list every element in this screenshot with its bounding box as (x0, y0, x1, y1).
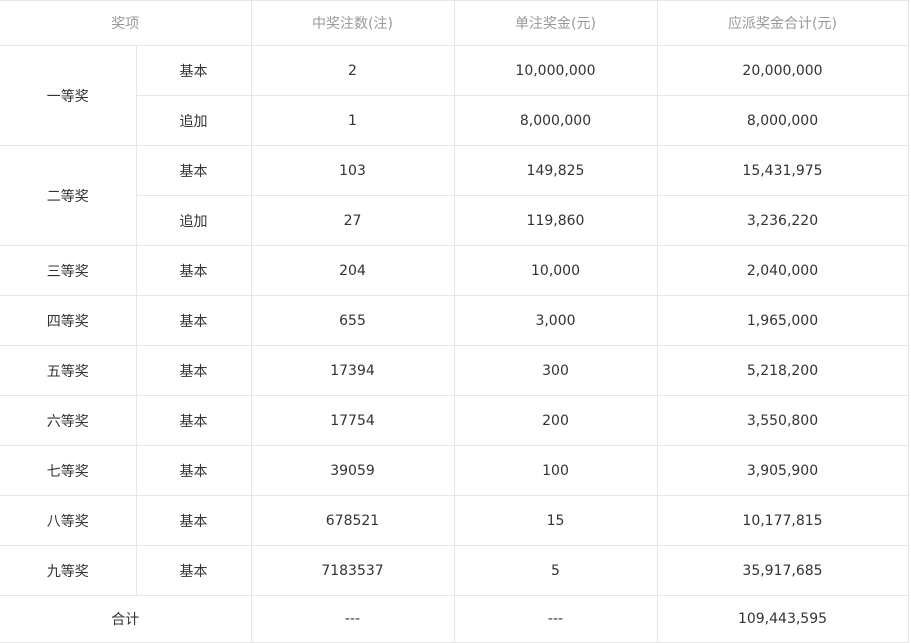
total-amount: 109,443,595 (656, 595, 909, 643)
per-prize-cell: 8,000,000 (453, 95, 658, 146)
winners-cell: 27 (250, 195, 455, 246)
table-body: 一等奖 基本 2 10,000,000 20,000,000 追加 1 8,00… (0, 45, 909, 643)
total-per-prize: --- (453, 595, 658, 643)
prize-level-cell: 八等奖 (0, 495, 137, 546)
table-row: 一等奖 基本 2 10,000,000 20,000,000 (0, 45, 909, 146)
prize-level-cell: 七等奖 (0, 445, 137, 496)
table-row: 二等奖 基本 103 149,825 15,431,975 (0, 145, 909, 246)
table-row: 八等奖 基本 678521 15 10,177,815 (0, 495, 909, 546)
total-row: 合计 --- --- 109,443,595 (0, 595, 909, 643)
table-row: 七等奖 基本 39059 100 3,905,900 (0, 445, 909, 496)
bet-type-cell: 基本 (135, 445, 252, 496)
prize-level-cell: 四等奖 (0, 295, 137, 346)
table-row: 九等奖 基本 7183537 5 35,917,685 (0, 545, 909, 596)
total-cell: 5,218,200 (656, 345, 909, 396)
header-per-prize: 单注奖金(元) (453, 0, 658, 46)
bet-type-cell: 基本 (135, 395, 252, 446)
total-cell: 3,236,220 (656, 195, 909, 246)
winners-cell: 2 (250, 45, 455, 96)
winners-cell: 39059 (250, 445, 455, 496)
header-total: 应派奖金合计(元) (656, 0, 909, 46)
bet-type-cell: 追加 (136, 95, 252, 146)
bet-type-cell: 基本 (135, 345, 252, 396)
per-prize-cell: 300 (453, 345, 658, 396)
per-prize-cell: 10,000 (453, 245, 658, 296)
total-cell: 20,000,000 (656, 45, 909, 96)
header-row: 奖项 中奖注数(注) 单注奖金(元) 应派奖金合计(元) (0, 0, 909, 46)
total-cell: 1,965,000 (656, 295, 909, 346)
total-cell: 3,905,900 (656, 445, 909, 496)
table-row: 追加 27 119,860 3,236,220 (0, 195, 909, 246)
bet-type-cell: 基本 (135, 495, 252, 546)
table-row: 六等奖 基本 17754 200 3,550,800 (0, 395, 909, 446)
prize-level-cell: 二等奖 (0, 145, 137, 246)
bet-type-cell: 基本 (135, 245, 252, 296)
prize-level-cell: 五等奖 (0, 345, 137, 396)
total-cell: 15,431,975 (656, 145, 909, 196)
per-prize-cell: 3,000 (453, 295, 658, 346)
total-cell: 8,000,000 (656, 95, 909, 146)
total-cell: 10,177,815 (656, 495, 909, 546)
per-prize-cell: 119,860 (453, 195, 658, 246)
prize-level-cell: 九等奖 (0, 545, 137, 596)
winners-cell: 103 (250, 145, 455, 196)
winners-cell: 655 (250, 295, 455, 346)
total-cell: 3,550,800 (656, 395, 909, 446)
total-cell: 35,917,685 (656, 545, 909, 596)
table-row: 四等奖 基本 655 3,000 1,965,000 (0, 295, 909, 346)
per-prize-cell: 100 (453, 445, 658, 496)
prize-table: 奖项 中奖注数(注) 单注奖金(元) 应派奖金合计(元) 一等奖 基本 2 10… (0, 0, 909, 643)
per-prize-cell: 200 (453, 395, 658, 446)
prize-level-cell: 一等奖 (0, 45, 137, 146)
winners-cell: 1 (250, 95, 455, 146)
winners-cell: 7183537 (250, 545, 455, 596)
table-header: 奖项 中奖注数(注) 单注奖金(元) 应派奖金合计(元) (0, 0, 909, 46)
bet-type-cell: 基本 (135, 545, 252, 596)
table-row: 五等奖 基本 17394 300 5,218,200 (0, 345, 909, 396)
winners-cell: 17754 (250, 395, 455, 446)
total-label: 合计 (0, 595, 252, 643)
prize-level-cell: 六等奖 (0, 395, 137, 446)
bet-type-cell: 基本 (135, 295, 252, 346)
header-winners: 中奖注数(注) (250, 0, 455, 46)
winners-cell: 204 (250, 245, 455, 296)
per-prize-cell: 5 (453, 545, 658, 596)
total-cell: 2,040,000 (656, 245, 909, 296)
winners-cell: 17394 (250, 345, 455, 396)
per-prize-cell: 10,000,000 (453, 45, 658, 96)
bet-type-cell: 基本 (135, 45, 252, 96)
prize-level-cell: 三等奖 (0, 245, 137, 296)
bet-type-cell: 基本 (135, 145, 252, 196)
table-row: 三等奖 基本 204 10,000 2,040,000 (0, 245, 909, 296)
total-winners: --- (250, 595, 455, 643)
per-prize-cell: 15 (453, 495, 658, 546)
per-prize-cell: 149,825 (453, 145, 658, 196)
table-row: 追加 1 8,000,000 8,000,000 (0, 95, 909, 146)
winners-cell: 678521 (250, 495, 455, 546)
bet-type-cell: 追加 (136, 195, 252, 246)
header-item: 奖项 (0, 0, 252, 46)
